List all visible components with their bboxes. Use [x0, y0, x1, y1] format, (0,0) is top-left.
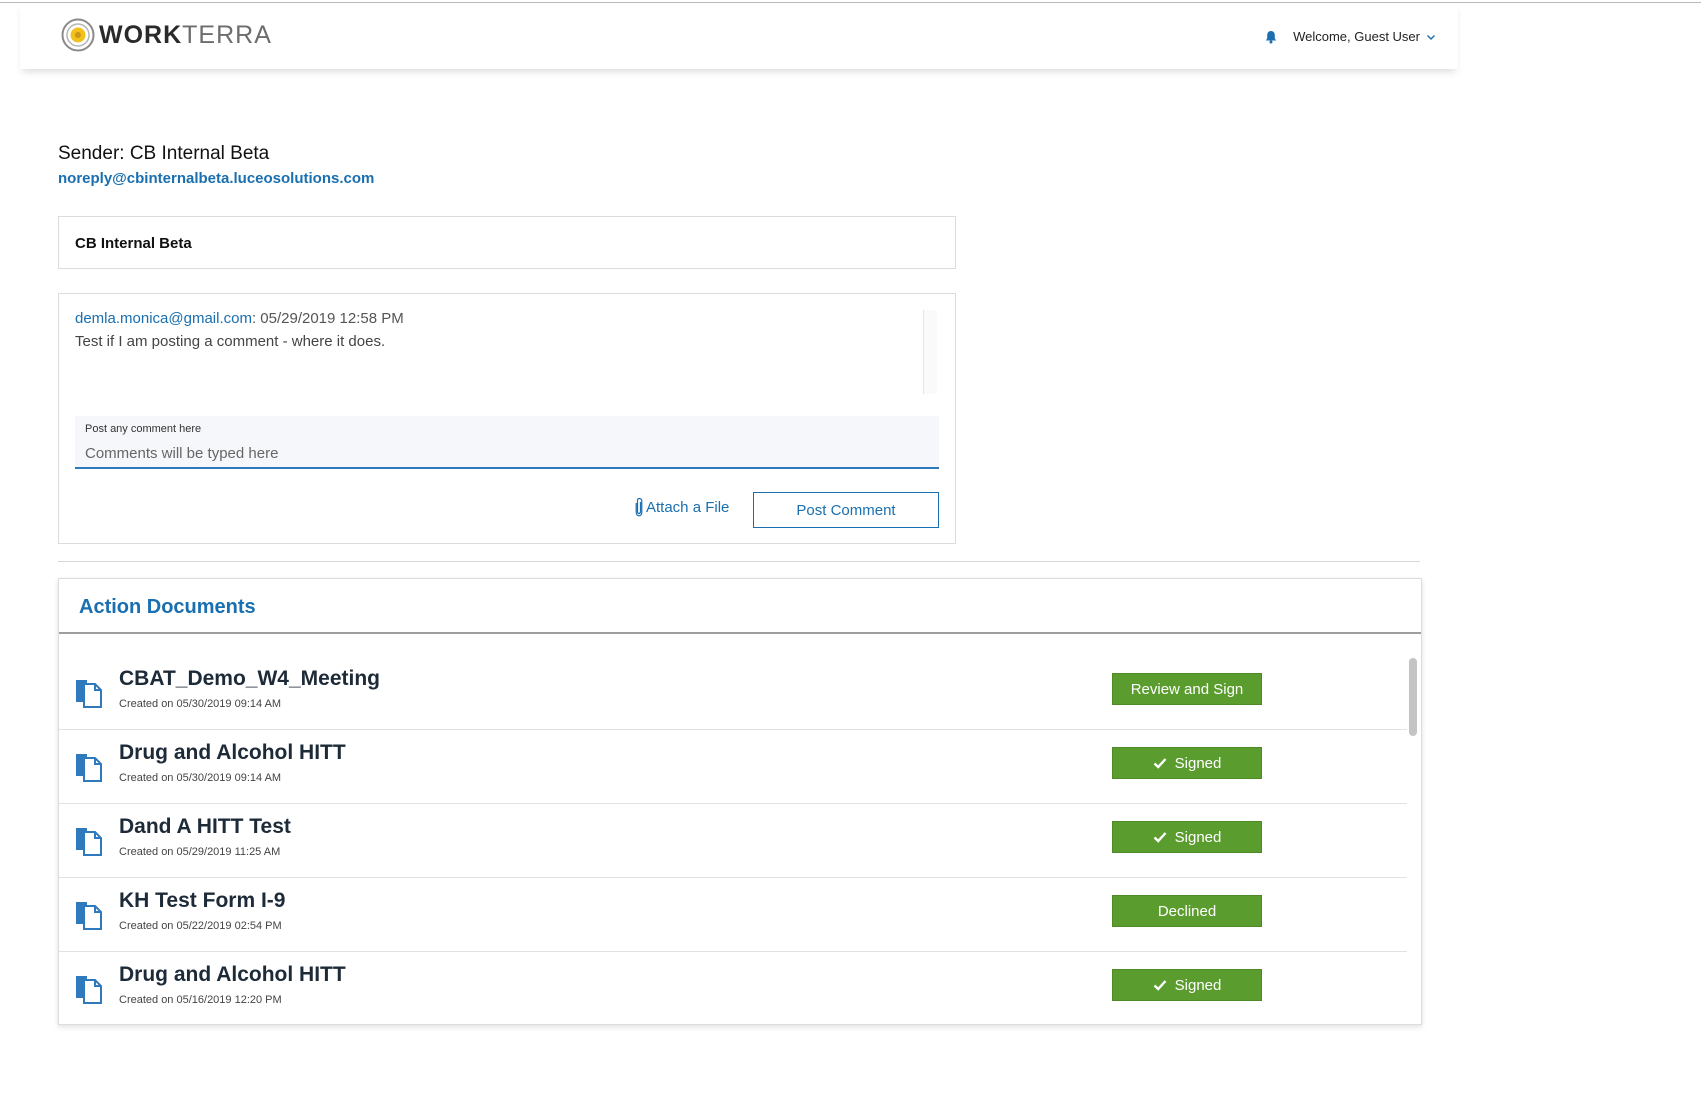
- document-icon: [76, 680, 102, 708]
- attach-file-label: Attach a File: [646, 498, 730, 516]
- attach-file-button[interactable]: Attach a File: [634, 497, 729, 517]
- logo-text: WORKTERRA: [99, 20, 272, 49]
- document-action-label: Signed: [1174, 754, 1222, 772]
- app-header: WORKTERRA Welcome, Guest User: [20, 3, 1458, 69]
- document-row[interactable]: CBAT_Demo_W4_Meeting Created on 05/30/201…: [59, 656, 1407, 730]
- comments-panel: demla.monica@gmail.com: 05/29/2019 12:58…: [58, 293, 956, 544]
- comment-input[interactable]: [85, 443, 925, 463]
- document-name[interactable]: Dand A HITT Test: [119, 815, 291, 839]
- document-icon: [76, 828, 102, 856]
- comment-scrollbar[interactable]: [923, 310, 937, 394]
- document-icon: [76, 976, 102, 1004]
- document-action-button[interactable]: Signed: [1112, 821, 1262, 853]
- comment-text: Test if I am posting a comment - where i…: [75, 333, 386, 350]
- sender-name: Sender: CB Internal Beta: [58, 143, 270, 164]
- section-divider: [58, 561, 1420, 562]
- subject-text: CB Internal Beta: [75, 235, 192, 252]
- subject-box: CB Internal Beta: [58, 216, 956, 269]
- logo[interactable]: WORKTERRA: [61, 18, 272, 52]
- logo-mark-icon: [61, 18, 95, 52]
- document-created-date: Created on 05/30/2019 09:14 AM: [119, 772, 282, 784]
- document-row[interactable]: Drug and Alcohol HITT Created on 05/16/20…: [59, 952, 1407, 1006]
- comment-input-wrapper: Post any comment here: [75, 416, 939, 469]
- document-row[interactable]: Drug and Alcohol HITT Created on 05/30/20…: [59, 730, 1407, 804]
- post-comment-button[interactable]: Post Comment: [753, 492, 939, 528]
- document-action-button[interactable]: Declined: [1112, 895, 1262, 927]
- welcome-text[interactable]: Welcome, Guest User: [1293, 29, 1420, 44]
- document-icon: [76, 754, 102, 782]
- document-action-label: Review and Sign: [1130, 680, 1244, 698]
- document-action-label: Signed: [1174, 976, 1222, 994]
- scrollbar-thumb[interactable]: [1409, 658, 1417, 736]
- document-row[interactable]: Dand A HITT Test Created on 05/29/2019 11…: [59, 804, 1407, 878]
- comment-meta: demla.monica@gmail.com: 05/29/2019 12:58…: [75, 310, 404, 327]
- document-action-button[interactable]: Signed: [1112, 969, 1262, 1001]
- document-row[interactable]: KH Test Form I-9 Created on 05/22/2019 02…: [59, 878, 1407, 952]
- document-created-date: Created on 05/30/2019 09:14 AM: [119, 698, 282, 710]
- document-created-date: Created on 05/29/2019 11:25 AM: [119, 846, 281, 858]
- action-documents-title: Action Documents: [79, 596, 256, 618]
- comment-timestamp: 05/29/2019 12:58 PM: [260, 310, 404, 327]
- paperclip-icon: [635, 497, 643, 517]
- document-name[interactable]: CBAT_Demo_W4_Meeting: [119, 667, 380, 691]
- document-action-button[interactable]: Review and Sign: [1112, 673, 1262, 705]
- document-action-button[interactable]: Signed: [1112, 747, 1262, 779]
- document-icon: [76, 902, 102, 930]
- document-created-date: Created on 05/16/2019 12:20 PM: [119, 994, 282, 1006]
- comment-input-label: Post any comment here: [85, 423, 202, 435]
- document-list-scrollbar[interactable]: [1407, 656, 1419, 1006]
- chevron-down-icon[interactable]: [1426, 32, 1436, 42]
- document-name[interactable]: KH Test Form I-9: [119, 889, 285, 913]
- sender-email-link[interactable]: noreply@cbinternalbeta.luceosolutions.co…: [58, 170, 374, 187]
- checkmark-icon: [1153, 980, 1167, 991]
- document-name[interactable]: Drug and Alcohol HITT: [119, 741, 346, 765]
- document-created-date: Created on 05/22/2019 02:54 PM: [119, 920, 282, 932]
- document-action-label: Declined: [1157, 902, 1217, 920]
- comment-thread: demla.monica@gmail.com: 05/29/2019 12:58…: [75, 310, 937, 394]
- document-action-label: Signed: [1174, 828, 1222, 846]
- document-name[interactable]: Drug and Alcohol HITT: [119, 963, 346, 987]
- checkmark-icon: [1153, 758, 1167, 769]
- user-menu[interactable]: Welcome, Guest User: [1264, 29, 1436, 44]
- action-documents-panel: Action Documents CBAT_Demo_W4_Meeting Cre…: [58, 578, 1422, 1025]
- action-documents-header: Action Documents: [59, 579, 1421, 634]
- document-list: CBAT_Demo_W4_Meeting Created on 05/30/201…: [59, 656, 1407, 1006]
- checkmark-icon: [1153, 832, 1167, 843]
- comment-author-link[interactable]: demla.monica@gmail.com: [75, 310, 252, 327]
- bell-icon[interactable]: [1264, 30, 1278, 44]
